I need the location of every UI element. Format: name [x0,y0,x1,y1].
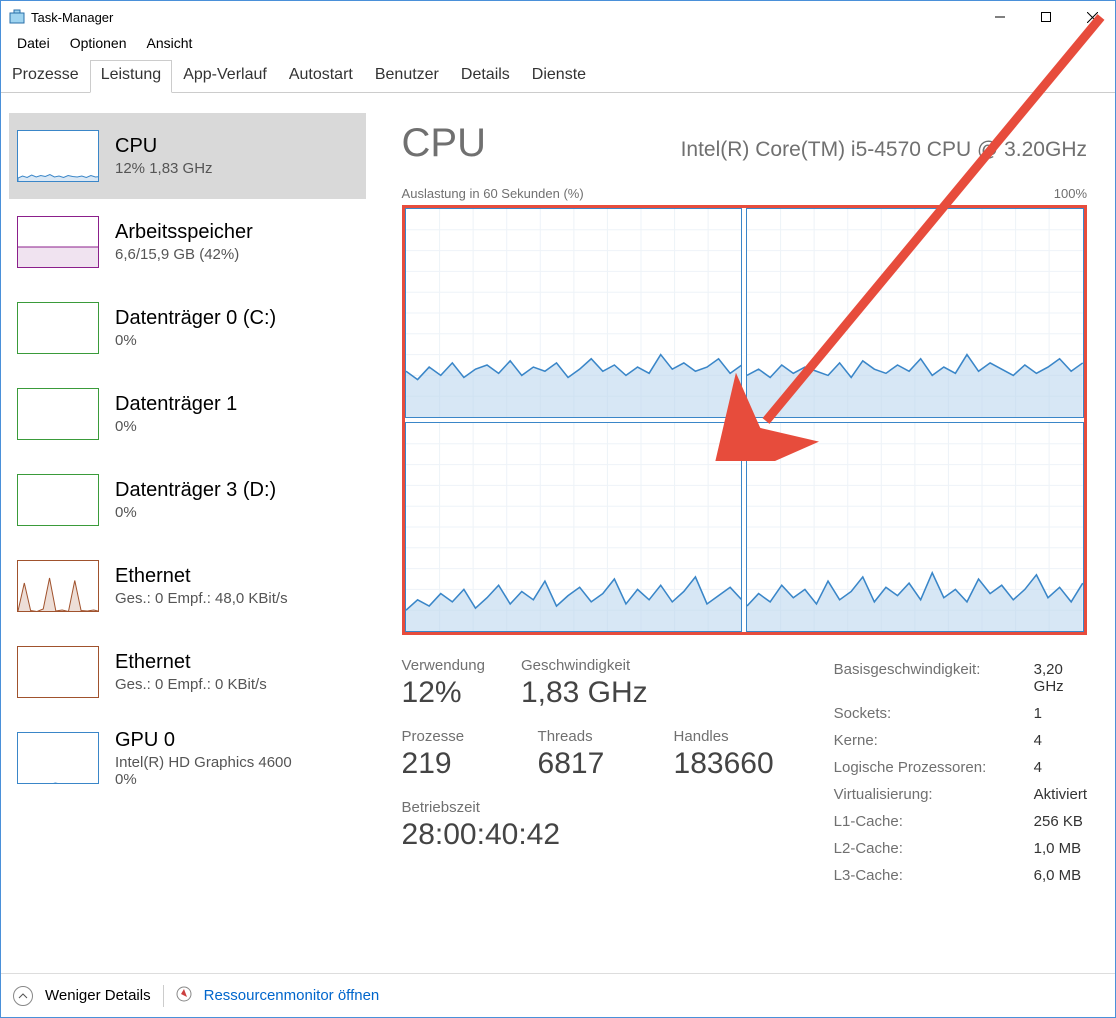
sidebar-thumb [17,732,99,784]
tab-leistung[interactable]: Leistung [90,60,173,93]
tab-dienste[interactable]: Dienste [521,60,597,93]
tab-benutzer[interactable]: Benutzer [364,60,450,93]
collapse-icon[interactable] [13,986,33,1006]
close-button[interactable] [1069,1,1115,33]
sidebar-item-sub: 12% 1,83 GHz [115,160,213,177]
body: CPU 12% 1,83 GHz Arbeitsspeicher 6,6/15,9 G… [1,93,1115,973]
info-row: Kerne:4 [834,732,1087,749]
maximize-button[interactable] [1023,1,1069,33]
sidebar-item-name: GPU 0 [115,729,292,752]
stat-handles: Handles183660 [674,728,774,781]
sidebar-item-name: Arbeitsspeicher [115,221,253,244]
info-row: L3-Cache:6,0 MB [834,867,1087,884]
fewer-details-button[interactable]: Weniger Details [45,987,151,1004]
sidebar-item-0[interactable]: CPU 12% 1,83 GHz [9,113,366,199]
menu-datei[interactable]: Datei [9,33,58,59]
sidebar-thumb [17,646,99,698]
cpu-core-graph-0 [405,208,743,418]
stat-speed: Geschwindigkeit1,83 GHz [521,657,648,710]
divider [163,985,164,1007]
cpu-core-graph-3 [746,422,1084,632]
sidebar-item-5[interactable]: Ethernet Ges.: 0 Empf.: 48,0 KBit/s [9,543,366,629]
page-title: CPU [402,121,486,166]
sidebar-item-1[interactable]: Arbeitsspeicher 6,6/15,9 GB (42%) [9,199,366,285]
menu-optionen[interactable]: Optionen [62,33,135,59]
sidebar-thumb [17,302,99,354]
tab-bar: ProzesseLeistungApp-VerlaufAutostartBenu… [1,59,1115,93]
tab-app-verlauf[interactable]: App-Verlauf [172,60,278,93]
main-panel: CPU Intel(R) Core(TM) i5-4570 CPU @ 3.20… [366,93,1115,973]
sidebar-item-7[interactable]: GPU 0Intel(R) HD Graphics 46000% [9,715,366,801]
stat-threads: Threads6817 [538,728,638,781]
cpu-core-graph-1 [746,208,1084,418]
sidebar-thumb [17,474,99,526]
sidebar-item-sub: 0% [115,504,276,521]
minimize-button[interactable] [977,1,1023,33]
menubar: DateiOptionenAnsicht [1,33,1115,59]
graph-label: Auslastung in 60 Sekunden (%) [402,186,584,201]
sidebar-item-name: Ethernet [115,651,267,674]
tab-details[interactable]: Details [450,60,521,93]
sidebar-item-sub: Ges.: 0 Empf.: 0 KBit/s [115,676,267,693]
window-title: Task-Manager [31,10,113,25]
open-resmon-link[interactable]: Ressourcenmonitor öffnen [204,987,380,1004]
sidebar-item-sub: 0% [115,332,276,349]
cpu-core-graph-2 [405,422,743,632]
graph-max: 100% [1054,186,1087,201]
window-controls [977,1,1115,33]
cpu-info-table: Basisgeschwindigkeit:3,20 GHz Sockets:1 Ke… [834,661,1087,884]
resmon-icon [176,986,192,1006]
sidebar-item-name: Datenträger 0 (C:) [115,307,276,330]
info-row: Basisgeschwindigkeit:3,20 GHz [834,661,1087,695]
info-row: L2-Cache:1,0 MB [834,840,1087,857]
menu-ansicht[interactable]: Ansicht [139,33,201,59]
sidebar-thumb [17,216,99,268]
stat-uptime: Betriebszeit28:00:40:42 [402,799,774,852]
sidebar-item-sub: Ges.: 0 Empf.: 48,0 KBit/s [115,590,288,607]
sidebar-thumb [17,388,99,440]
info-row: L1-Cache:256 KB [834,813,1087,830]
tab-prozesse[interactable]: Prozesse [1,60,90,93]
sidebar-item-name: CPU [115,135,213,158]
sidebar-item-name: Datenträger 3 (D:) [115,479,276,502]
sidebar-item-sub: 0% [115,418,237,435]
sidebar-item-name: Ethernet [115,565,288,588]
sidebar-item-sub: 6,6/15,9 GB (42%) [115,246,253,263]
info-row: Sockets:1 [834,705,1087,722]
sidebar-thumb [17,130,99,182]
titlebar: Task-Manager [1,1,1115,33]
cpu-graph-grid [402,205,1087,635]
info-row: Virtualisierung:Aktiviert [834,786,1087,803]
info-row: Logische Prozessoren:4 [834,759,1087,776]
stat-processes: Prozesse219 [402,728,502,781]
sidebar-item-4[interactable]: Datenträger 3 (D:) 0% [9,457,366,543]
sidebar: CPU 12% 1,83 GHz Arbeitsspeicher 6,6/15,9 G… [1,93,366,973]
footer: Weniger Details Ressourcenmonitor öffnen [1,973,1115,1017]
sidebar-item-2[interactable]: Datenträger 0 (C:) 0% [9,285,366,371]
sidebar-item-6[interactable]: Ethernet Ges.: 0 Empf.: 0 KBit/s [9,629,366,715]
cpu-model: Intel(R) Core(TM) i5-4570 CPU @ 3.20GHz [681,138,1087,162]
sidebar-item-3[interactable]: Datenträger 1 0% [9,371,366,457]
sidebar-item-sub: Intel(R) HD Graphics 46000% [115,754,292,788]
sidebar-item-name: Datenträger 1 [115,393,237,416]
tab-autostart[interactable]: Autostart [278,60,364,93]
sidebar-thumb [17,560,99,612]
app-icon [9,9,25,25]
stat-usage: Verwendung12% [402,657,485,710]
